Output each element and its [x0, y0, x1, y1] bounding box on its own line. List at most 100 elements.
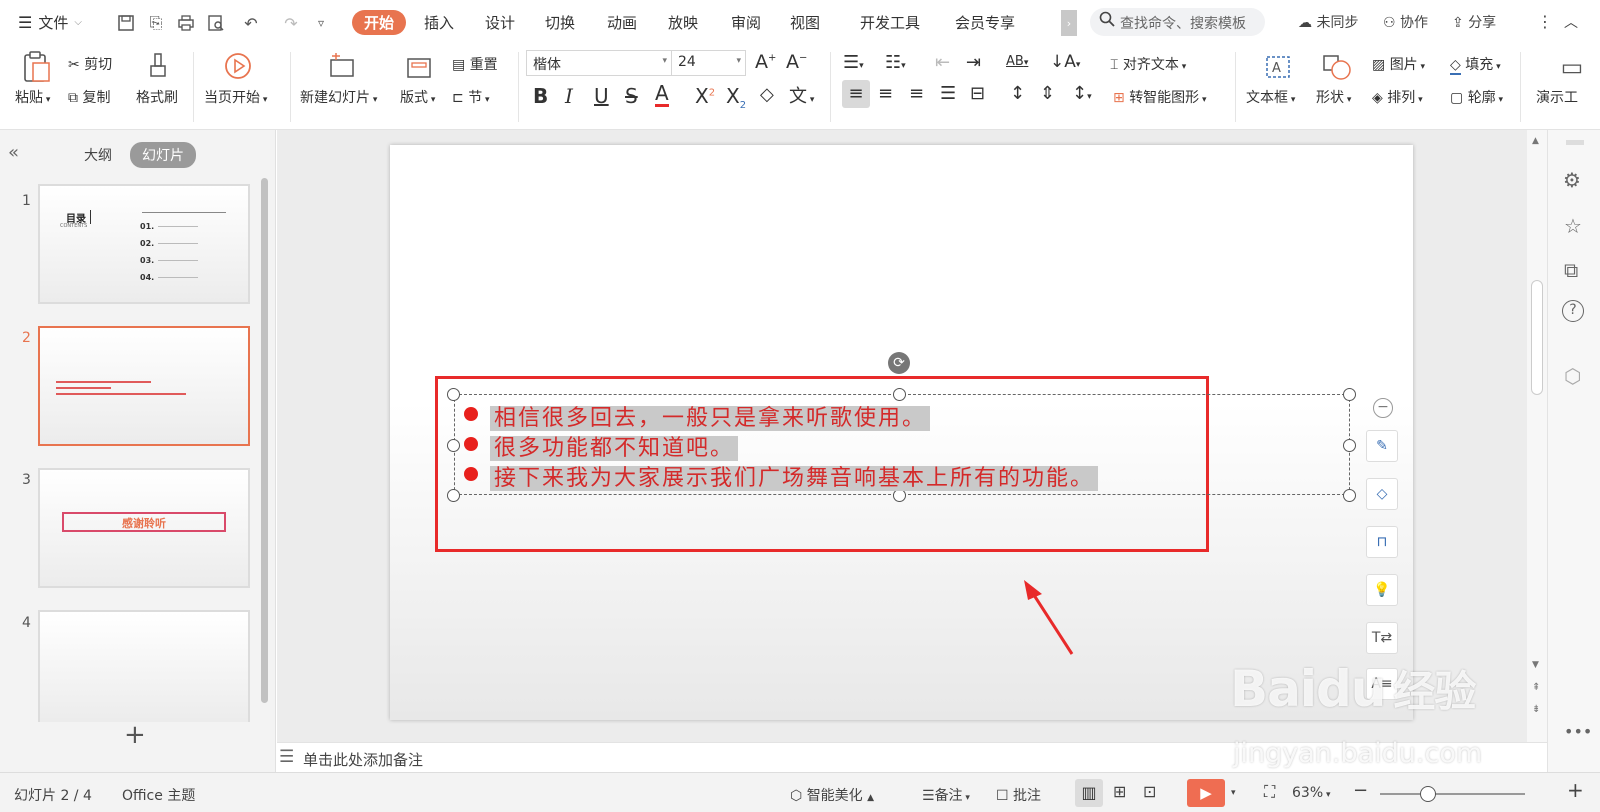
- sort-icon[interactable]: ↓A▾: [1050, 52, 1080, 72]
- smart-art-button[interactable]: ⊞ 转智能图形 ▾: [1113, 87, 1207, 107]
- bullet-list-icon[interactable]: ☰▾: [843, 52, 864, 73]
- tab-9[interactable]: 会员专享: [955, 12, 1015, 33]
- tab-6[interactable]: 审阅: [731, 12, 761, 33]
- outline-button[interactable]: ▢ 轮廓 ▾: [1450, 87, 1503, 107]
- collaborate-button[interactable]: ⚇ 协作: [1383, 12, 1428, 32]
- theme-name[interactable]: Office 主题: [122, 785, 195, 805]
- normal-view-icon[interactable]: ▥: [1075, 779, 1103, 807]
- cut-button[interactable]: ✂ 剪切: [68, 54, 112, 74]
- zoom-out-icon[interactable]: −: [1353, 780, 1368, 801]
- help-icon[interactable]: ?: [1562, 300, 1584, 322]
- resize-handle[interactable]: [447, 439, 460, 452]
- tab-1[interactable]: 插入: [424, 12, 454, 33]
- lightbulb-tool-icon[interactable]: 💡: [1366, 574, 1398, 606]
- zoom-level[interactable]: 63% ▾: [1292, 785, 1331, 801]
- more-options-icon[interactable]: ⋮: [1537, 12, 1553, 31]
- text-box-icon[interactable]: A: [1262, 52, 1294, 82]
- align-text-button[interactable]: ⌶ 对齐文本 ▾: [1110, 54, 1186, 74]
- font-size-select[interactable]: 24 ▾: [671, 50, 746, 76]
- collapse-ribbon-icon[interactable]: ︿: [1564, 12, 1578, 32]
- scroll-thumb-top[interactable]: [1566, 140, 1584, 145]
- scroll-up-icon[interactable]: ▲: [1532, 136, 1539, 146]
- font-color-icon[interactable]: A: [655, 82, 669, 107]
- format-painter-icon[interactable]: [143, 50, 173, 84]
- outline-tab[interactable]: 大纲: [84, 145, 112, 165]
- font-name-select[interactable]: 楷体 ▾: [526, 50, 672, 76]
- file-menu[interactable]: ☰ 文件 ⌵: [18, 12, 82, 33]
- settings-sliders-icon[interactable]: ⚙: [1563, 168, 1581, 192]
- tab-4[interactable]: 动画: [607, 12, 637, 33]
- slide-text-line[interactable]: 接下来我为大家展示我们广场舞音响基本上所有的功能。: [490, 460, 1099, 491]
- italic-icon[interactable]: I: [565, 84, 573, 108]
- brush-tool-icon[interactable]: ✎: [1366, 430, 1398, 462]
- next-slide-icon[interactable]: ⇟: [1532, 704, 1540, 715]
- paragraph-spacing-icon[interactable]: ⇕: [1040, 83, 1055, 104]
- resize-handle[interactable]: [1343, 388, 1356, 401]
- fill-button[interactable]: ◇ 填充 ▾: [1450, 54, 1501, 75]
- slides-tab[interactable]: 幻灯片: [130, 142, 196, 168]
- outline-tool-icon[interactable]: ⊓: [1366, 526, 1398, 558]
- slide-text-line[interactable]: 相信很多回去，一般只是拿来听歌使用。: [490, 400, 931, 431]
- pin-icon[interactable]: ☆: [1564, 214, 1582, 238]
- print-preview-icon[interactable]: [205, 12, 227, 34]
- cube-icon[interactable]: ⬡: [1564, 364, 1581, 388]
- bold-icon[interactable]: B: [533, 84, 548, 108]
- presentation-tools-button[interactable]: 演示工: [1536, 87, 1578, 107]
- more-icon[interactable]: •••: [1564, 722, 1592, 741]
- fit-window-icon[interactable]: ⛶: [1264, 782, 1275, 802]
- start-from-current-button[interactable]: 当页开始 ▾: [204, 87, 267, 107]
- fill-tool-icon[interactable]: ◇: [1366, 478, 1398, 510]
- clear-format-icon[interactable]: ◇: [760, 84, 774, 105]
- reset-button[interactable]: ▤ 重置: [452, 54, 498, 74]
- sync-status[interactable]: ☁ 未同步: [1298, 12, 1358, 32]
- slide-text-line[interactable]: 很多功能都不知道吧。: [490, 430, 739, 461]
- grid-view-icon[interactable]: ⊞: [1113, 782, 1126, 801]
- line-spacing-icon[interactable]: ↕: [1010, 83, 1025, 104]
- section-button[interactable]: ⊏ 节 ▾: [452, 87, 490, 107]
- collapse-tools-icon[interactable]: −: [1373, 398, 1393, 418]
- slide-thumbnail-2[interactable]: [38, 326, 250, 446]
- notes-placeholder[interactable]: 单击此处添加备注: [303, 749, 423, 770]
- layout-button[interactable]: 版式 ▾: [400, 87, 435, 107]
- numbered-list-icon[interactable]: ☷▾: [885, 52, 906, 73]
- tab-0[interactable]: 开始: [352, 10, 407, 35]
- undo-icon[interactable]: ↶: [240, 12, 262, 34]
- print-icon[interactable]: [175, 12, 197, 34]
- slides-icon[interactable]: ⧉: [1564, 258, 1578, 282]
- tab-8[interactable]: 开发工具: [860, 12, 920, 33]
- superscript-icon[interactable]: X2: [695, 84, 715, 108]
- new-slide-button[interactable]: 新建幻灯片 ▾: [300, 87, 377, 107]
- text-box-button[interactable]: 文本框 ▾: [1246, 87, 1295, 107]
- resize-handle[interactable]: [447, 489, 460, 502]
- smart-beautify-button[interactable]: ⬡ 智能美化 ▲: [790, 785, 874, 805]
- subscript-icon[interactable]: X2: [726, 84, 746, 111]
- redo-icon[interactable]: ↷: [280, 12, 302, 34]
- zoom-slider-track[interactable]: [1380, 793, 1525, 795]
- increase-indent-icon[interactable]: ⇥: [966, 52, 981, 73]
- scroll-thumb[interactable]: [1531, 280, 1543, 395]
- strikethrough-icon[interactable]: S: [625, 84, 638, 108]
- align-right-icon[interactable]: ≡: [909, 83, 924, 104]
- save-icon[interactable]: [115, 12, 137, 34]
- slide-thumbnail-1[interactable]: 目录 CONTENTS 01. 02. 03. 04.: [38, 184, 250, 304]
- text-direction-icon[interactable]: AB▾: [1006, 54, 1028, 69]
- notes-button[interactable]: ☰备注 ▾: [922, 785, 970, 805]
- resize-handle[interactable]: [447, 388, 460, 401]
- customize-toolbar-icon[interactable]: ▿: [310, 12, 332, 34]
- add-slide-icon[interactable]: +: [124, 720, 146, 750]
- reading-view-icon[interactable]: ⊡: [1143, 782, 1156, 801]
- paste-button[interactable]: 粘贴 ▾: [15, 87, 50, 107]
- resize-handle[interactable]: [1343, 489, 1356, 502]
- tab-5[interactable]: 放映: [668, 12, 698, 33]
- arrange-button[interactable]: ◈ 排列 ▾: [1372, 87, 1423, 107]
- align-left-icon[interactable]: ≡: [842, 80, 870, 108]
- rotate-handle-icon[interactable]: ⟳: [888, 352, 910, 374]
- tab-7[interactable]: 视图: [790, 12, 820, 33]
- comments-button[interactable]: ☐ 批注: [996, 785, 1041, 805]
- search-input[interactable]: 查找命令、搜索模板: [1090, 8, 1265, 36]
- new-slide-icon[interactable]: [326, 50, 358, 82]
- paste-icon[interactable]: [18, 50, 54, 84]
- export-icon[interactable]: ⎘: [145, 12, 167, 34]
- decrease-indent-icon[interactable]: ⇤: [935, 52, 950, 73]
- play-options-icon[interactable]: ▾: [1231, 788, 1236, 798]
